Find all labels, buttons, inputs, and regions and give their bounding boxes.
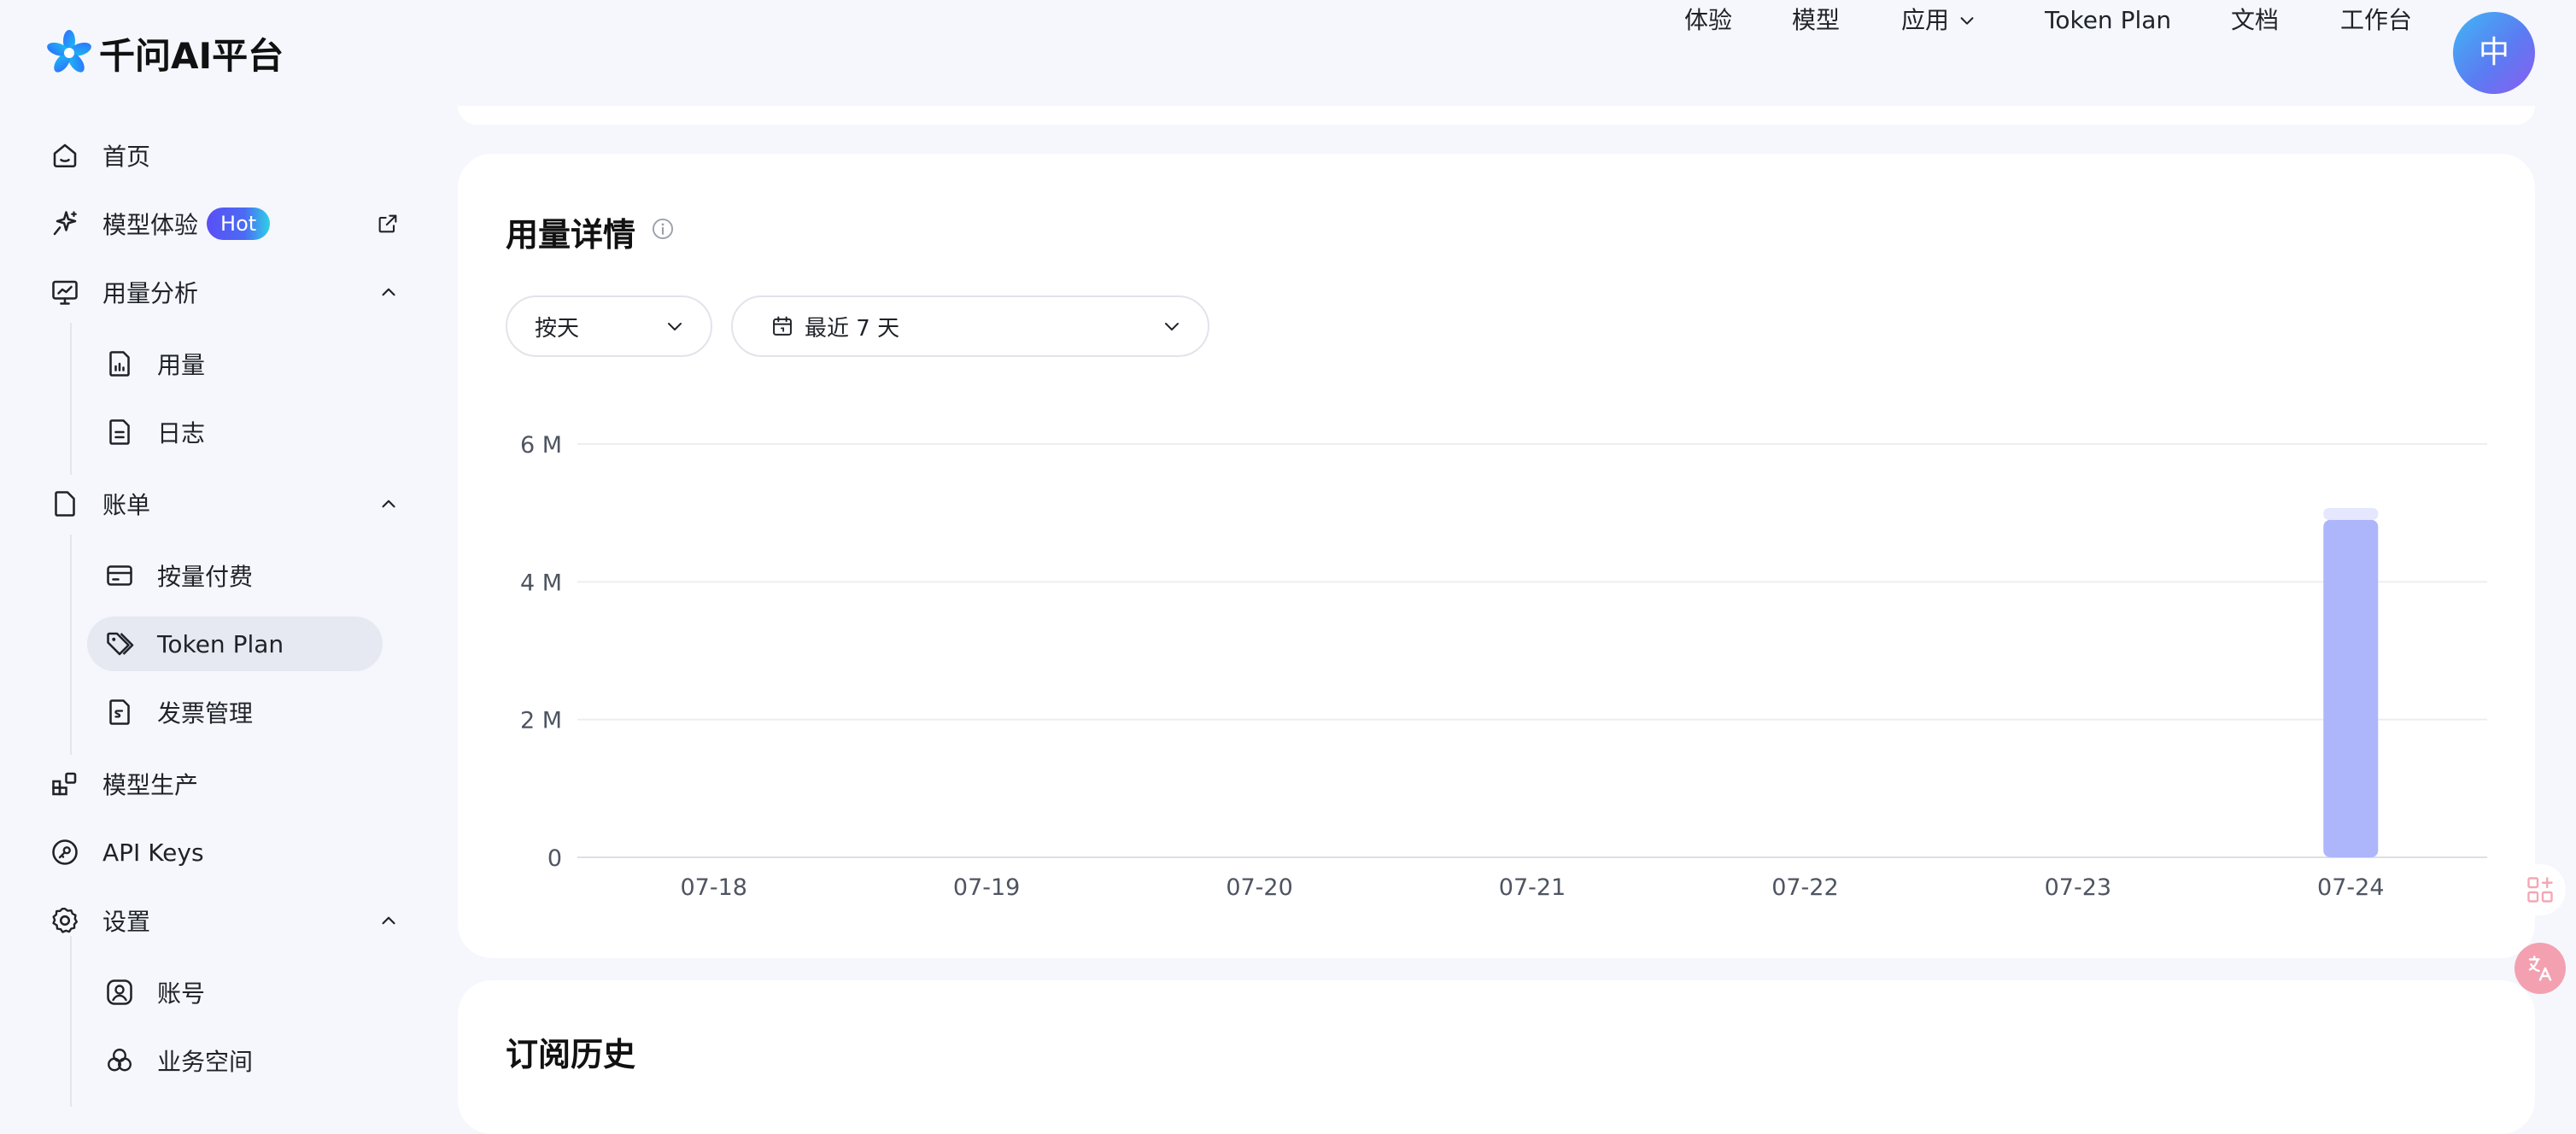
x-tick-label: 07-22 xyxy=(1771,874,1838,901)
submenu-guide-line xyxy=(70,323,72,475)
sidebar-item-label: 账单 xyxy=(102,491,151,519)
y-tick-label: 4 M xyxy=(520,570,562,596)
external-link-icon xyxy=(378,214,397,233)
sidebar-item-label: 日志 xyxy=(157,419,206,447)
chevron-up-icon xyxy=(382,916,395,925)
sidebar-item-label: Token Plan xyxy=(157,629,284,658)
translate-icon xyxy=(2528,956,2552,981)
chevron-down-icon xyxy=(1960,17,1974,25)
x-tick-label: 07-23 xyxy=(2045,874,2111,901)
nav-item-apps[interactable]: 应用 xyxy=(1901,0,1976,41)
chevron-up-icon xyxy=(382,288,395,296)
chevron-up-icon xyxy=(382,500,395,508)
x-tick-label: 07-21 xyxy=(1499,874,1566,901)
nav-item-models[interactable]: 模型 xyxy=(1792,0,1840,41)
gear-icon xyxy=(52,908,78,933)
workspace-icon xyxy=(108,1049,132,1072)
blocks-icon xyxy=(52,772,77,796)
nav-item-console[interactable]: 工作台 xyxy=(2340,0,2412,41)
sidebar-item-api-keys[interactable]: API Keys xyxy=(50,825,400,880)
sidebar-item-account[interactable]: 账号 xyxy=(87,965,383,1020)
monitor-chart-icon xyxy=(52,280,78,305)
usage-bar-chart: 0 2 M 4 M 6 M 07-18 07-19 07-20 07-21 07-22 07-23… xyxy=(520,432,2487,901)
brand-name: 千问AI平台 xyxy=(99,34,284,77)
previous-card-bottom xyxy=(458,106,2535,125)
sidebar-item-label: 设置 xyxy=(102,908,151,936)
sidebar-item-label: 首页 xyxy=(102,143,151,171)
sidebar-item-label: 账号 xyxy=(157,979,206,1008)
submenu-guide-line xyxy=(70,936,72,1107)
sidebar-item-label: 发票管理 xyxy=(157,699,254,728)
usage-detail-card: 用量详情 按天 最近 7 天 02 M4 M6 M 07-18 07-19 07-20… xyxy=(458,154,2535,958)
x-tick-label: 07-18 xyxy=(680,874,746,901)
sidebar-item-billing[interactable]: 账单 xyxy=(50,476,400,531)
qwen-logo-icon xyxy=(47,30,91,73)
y-tick-label: 2 M xyxy=(520,708,562,734)
sidebar-item-label: API Keys xyxy=(102,838,204,867)
bill-icon xyxy=(55,491,75,517)
sidebar-item-workspace[interactable]: 业务空间 xyxy=(87,1033,383,1088)
subscription-history-title: 订阅历史 xyxy=(506,1036,636,1073)
floating-translate-button[interactable] xyxy=(2515,943,2566,994)
bar-07-24-series-0 xyxy=(2323,519,2379,857)
brand-logo[interactable]: 千问AI平台 xyxy=(44,26,284,80)
subscription-history-card: 订阅历史 xyxy=(458,980,2535,1134)
sidebar-item-usage[interactable]: 用量 xyxy=(87,336,383,391)
nav-item-experience[interactable]: 体验 xyxy=(1684,0,1732,41)
sparkle-icon xyxy=(53,211,77,236)
nav-item-apps-label: 应用 xyxy=(1901,6,1950,34)
sidebar-item-logs[interactable]: 日志 xyxy=(87,405,383,459)
submenu-guide-line xyxy=(70,535,72,755)
y-tick-label: 0 xyxy=(547,845,562,872)
bar-07-24-series-1 xyxy=(2323,508,2379,520)
user-icon xyxy=(107,979,132,1005)
home-icon xyxy=(53,143,77,168)
sidebar-item-usage-analysis[interactable]: 用量分析 xyxy=(50,265,400,319)
user-avatar[interactable]: 中 xyxy=(2453,12,2535,94)
sidebar-item-label: 模型生产 xyxy=(102,771,199,799)
x-tick-label: 07-19 xyxy=(953,874,1020,901)
sidebar-item-model-experience[interactable]: 模型体验 Hot xyxy=(50,196,400,251)
hot-badge: Hot xyxy=(207,208,271,240)
x-tick-label: 07-24 xyxy=(2317,874,2384,901)
document-icon xyxy=(109,419,130,445)
sidebar-item-label: 用量 xyxy=(157,351,206,379)
y-tick-label: 6 M xyxy=(520,432,562,459)
sidebar-item-label: 业务空间 xyxy=(157,1048,254,1076)
sidebar-item-settings[interactable]: 设置 xyxy=(50,893,400,948)
sidebar-item-pay-as-you-go[interactable]: 按量付费 xyxy=(87,548,383,603)
top-header: 千问AI平台 体验 模型 应用 Token Plan 文档 工作台 中 xyxy=(0,0,2576,106)
sidebar-item-model-production[interactable]: 模型生产 xyxy=(50,757,400,811)
credit-card-icon xyxy=(107,565,132,586)
sidebar: 首页 模型体验 Hot 用量分析 用量 日志 账单 按量付费 Token Pla… xyxy=(0,106,453,1107)
nav-item-docs[interactable]: 文档 xyxy=(2231,0,2279,41)
sidebar-item-home[interactable]: 首页 xyxy=(50,128,400,183)
key-icon xyxy=(52,839,78,865)
sidebar-item-label: 用量分析 xyxy=(102,279,199,307)
invoice-icon xyxy=(109,699,130,725)
x-tick-label: 07-20 xyxy=(1226,874,1292,901)
nav-item-token-plan[interactable]: Token Plan xyxy=(2045,0,2171,41)
sidebar-item-label: 模型体验 xyxy=(102,211,199,239)
floating-apps-button[interactable] xyxy=(2515,864,2566,915)
sidebar-item-token-plan[interactable]: Token Plan xyxy=(87,617,383,671)
usage-report-icon xyxy=(109,351,130,377)
sidebar-item-label: 按量付费 xyxy=(157,563,254,591)
sidebar-item-invoice[interactable]: 发票管理 xyxy=(87,685,383,739)
tags-icon xyxy=(107,632,134,656)
apps-grid-icon xyxy=(2527,877,2553,903)
